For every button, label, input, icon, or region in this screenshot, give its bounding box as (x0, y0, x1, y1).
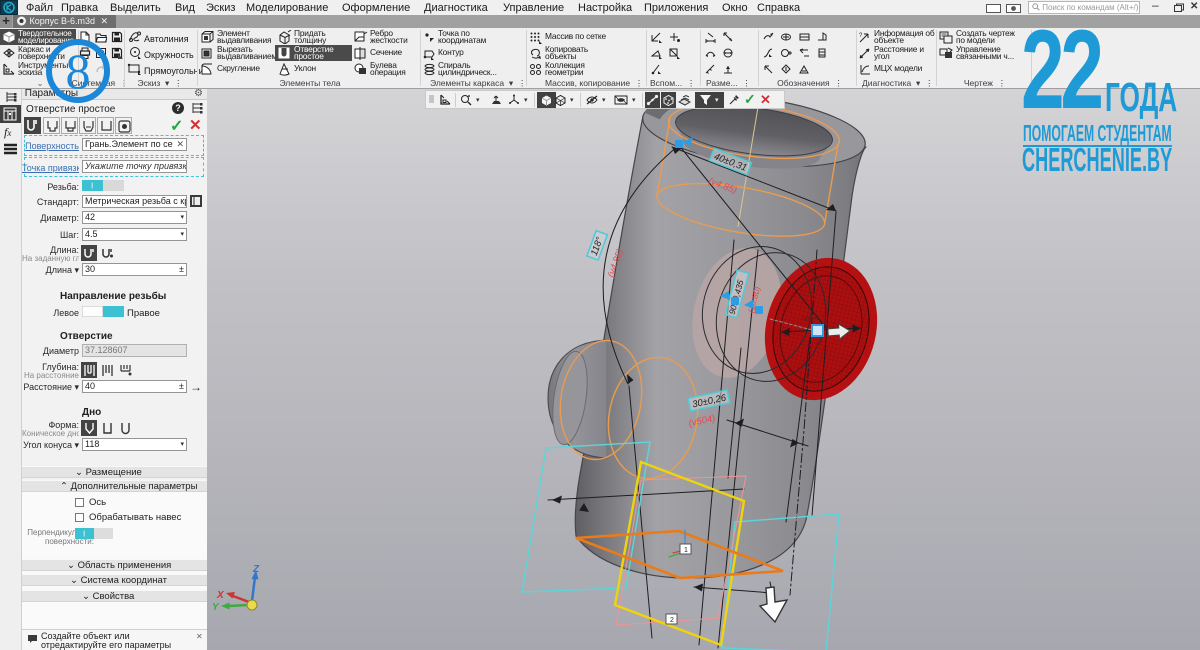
svg-text:1: 1 (684, 547, 688, 554)
svg-text:Y: Y (212, 602, 220, 613)
svg-text:I: I (83, 530, 85, 539)
svg-text:2: 2 (670, 617, 674, 624)
svg-text:?: ? (859, 33, 863, 39)
svg-text:Z: Z (252, 564, 260, 575)
svg-text:X: X (216, 590, 225, 601)
svg-text:I: I (91, 182, 93, 191)
